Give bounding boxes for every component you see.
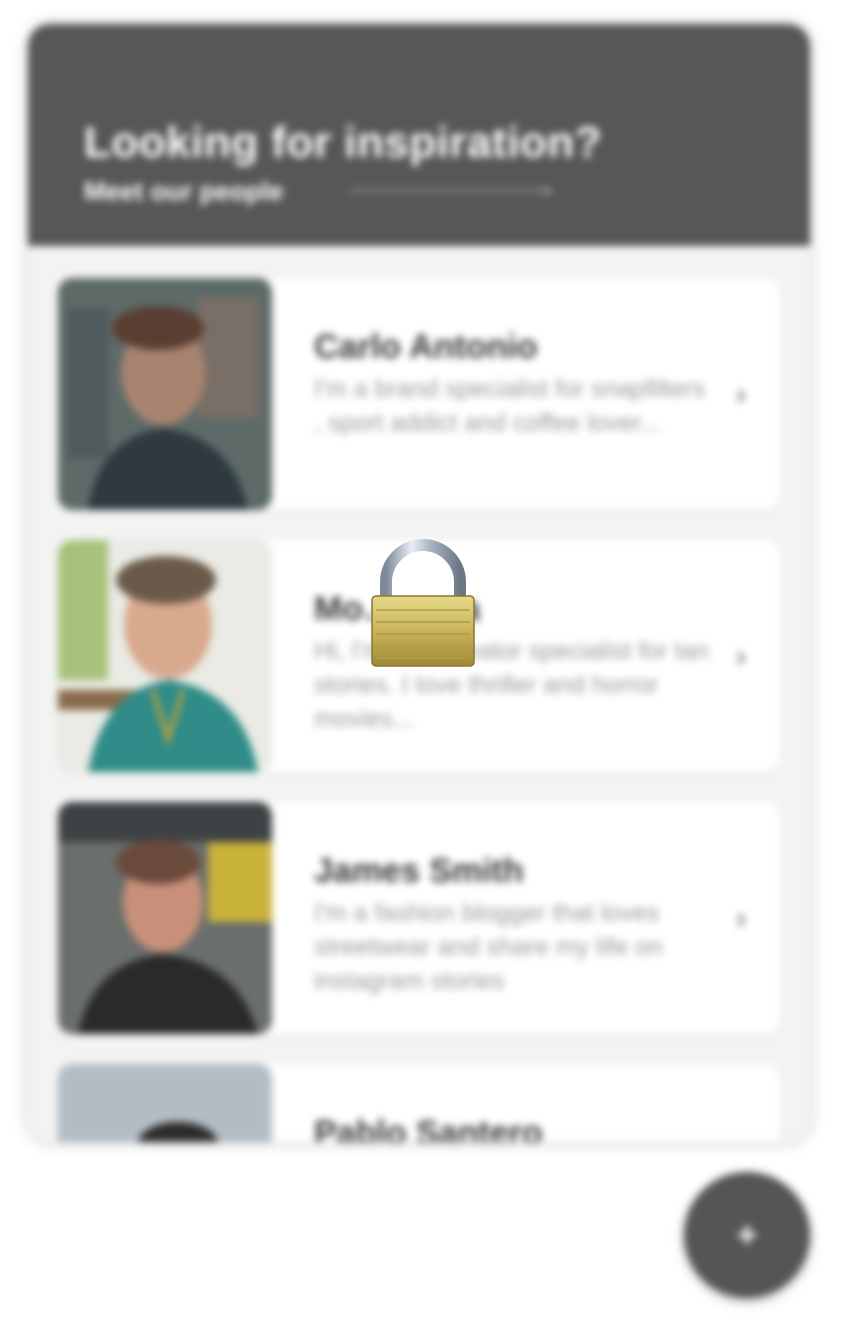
chevron-right-icon[interactable]: › (736, 640, 746, 674)
person-card-carlo[interactable]: Carlo Antonio I'm a brand specialist for… (58, 278, 780, 510)
panel-header: Looking for inspiration? Meet our people (28, 24, 810, 246)
chevron-right-icon[interactable]: › (736, 902, 746, 936)
person-card-pablo[interactable]: Pablo Santero (58, 1064, 780, 1142)
person-photo (58, 802, 272, 1034)
person-card-james[interactable]: James Smith I'm a fashion blogger that l… (58, 802, 780, 1034)
person-photo (58, 1064, 272, 1142)
person-description: I'm a fashion blogger that loves streetw… (314, 899, 663, 995)
add-button[interactable]: + (684, 1172, 810, 1298)
page-title: Looking for inspiration? (84, 118, 602, 167)
person-photo (58, 540, 272, 772)
person-name: Pablo Santero (314, 1114, 543, 1142)
person-name: James Smith (314, 852, 524, 890)
people-list: Carlo Antonio I'm a brand specialist for… (58, 278, 780, 1142)
lock-icon (368, 538, 478, 670)
person-name: Carlo Antonio (314, 328, 538, 366)
arrow-right-icon (544, 185, 554, 197)
screen: Looking for inspiration? Meet our people (0, 0, 852, 1330)
meet-people-link[interactable]: Meet our people (84, 176, 283, 207)
person-photo (58, 278, 272, 510)
chevron-right-icon[interactable]: › (736, 378, 746, 412)
person-description: I'm a brand specialist for snapfilters ,… (314, 375, 706, 437)
subtitle-underline (350, 189, 550, 192)
